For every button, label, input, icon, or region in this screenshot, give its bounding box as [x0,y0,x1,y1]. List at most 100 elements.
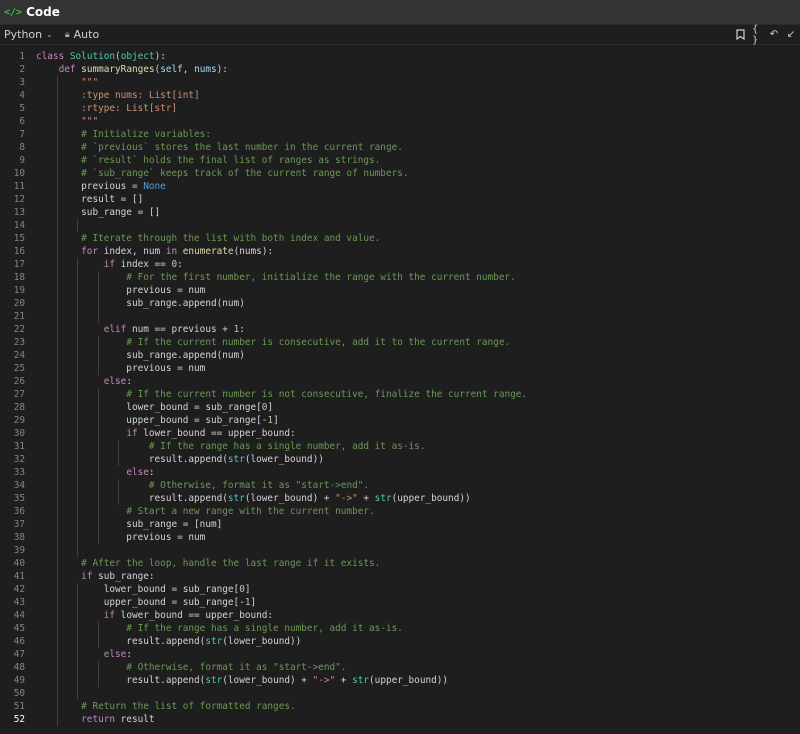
code-line[interactable]: 7 # Initialize variables: [0,128,800,141]
indent-guide [77,375,79,388]
code-line[interactable]: 40 # After the loop, handle the last ran… [0,557,800,570]
indent-guide [56,89,58,102]
code-line[interactable]: 15 # Iterate through the list with both … [0,232,800,245]
code-text: upper_bound = sub_range[-1] [36,596,256,609]
code-line[interactable]: 20 sub_range.append(num) [0,297,800,310]
indent-guide [77,440,79,453]
code-token: :type nums: List[int] [81,90,200,101]
code-token: upper_bound = sub_range[- [36,597,245,608]
code-line[interactable]: 43 upper_bound = sub_range[-1] [0,596,800,609]
code-line[interactable]: 19 previous = num [0,284,800,297]
code-line[interactable]: 23 # If the current number is consecutiv… [0,336,800,349]
undo-icon[interactable]: ↶ [769,29,779,41]
bookmark-icon[interactable] [735,29,745,41]
code-line[interactable]: 28 lower_bound = sub_range[0] [0,401,800,414]
code-token: sub_range.append(num) [36,298,245,309]
indent-guide [97,284,99,297]
code-line[interactable]: 16 for index, num in enumerate(nums): [0,245,800,258]
code-token: # Otherwise, format it as "start->end". [126,662,347,673]
code-token: def [58,64,76,75]
line-number: 4 [19,90,25,101]
line-number: 11 [13,181,25,192]
code-text: result.append(str(lower_bound)) [36,635,301,648]
code-line[interactable]: 2 def summaryRanges(self, nums): [0,63,800,76]
code-line[interactable]: 6 """ [0,115,800,128]
code-text: result = [] [36,193,143,206]
indent-guide [77,362,79,375]
code-line[interactable]: 37 sub_range = [num] [0,518,800,531]
code-line[interactable]: 29 upper_bound = sub_range[-1] [0,414,800,427]
code-line[interactable]: 26 else: [0,375,800,388]
code-line[interactable]: 3 """ [0,76,800,89]
code-line[interactable]: 1 class Solution(object): [0,50,800,63]
code-line[interactable]: 48 # Otherwise, format it as "start->end… [0,661,800,674]
line-number: 27 [13,389,25,400]
code-text: """ [36,115,98,128]
code-line[interactable]: 18 # For the first number, initialize th… [0,271,800,284]
code-token: return [81,714,116,725]
code-token: (lower_bound)) [222,636,302,647]
language-selector[interactable]: Python ⌄ [4,28,53,41]
code-line[interactable]: 8 # `previous` stores the last number in… [0,141,800,154]
code-line[interactable]: 21 [0,310,800,323]
code-line[interactable]: 31 # If the range has a single number, a… [0,440,800,453]
code-line[interactable]: 51 # Return the list of formatted ranges… [0,700,800,713]
code-token: if [126,428,138,439]
code-token: result [115,714,155,725]
auto-mode-indicator[interactable]: 🔒︎ Auto [65,28,99,41]
code-token: # If the current number is consecutive, … [126,337,511,348]
code-line[interactable]: 44 if lower_bound == upper_bound: [0,609,800,622]
code-line[interactable]: 10 # `sub_range` keeps track of the curr… [0,167,800,180]
code-line[interactable]: 5 :rtype: List[str] [0,102,800,115]
indent-guide [77,687,79,700]
code-line[interactable]: 38 previous = num [0,531,800,544]
indent-guide [56,713,58,726]
code-line[interactable]: 17 if index == 0: [0,258,800,271]
code-line[interactable]: 35 result.append(str(lower_bound) + "->"… [0,492,800,505]
code-line[interactable]: 30 if lower_bound == upper_bound: [0,427,800,440]
code-line[interactable]: 33 else: [0,466,800,479]
indent-guide [77,596,79,609]
code-line[interactable]: 11 previous = None [0,180,800,193]
code-line[interactable]: 9 # `result` holds the final list of ran… [0,154,800,167]
code-token: ] [267,402,274,413]
indent-guide [77,544,79,557]
line-number: 13 [13,207,25,218]
code-line[interactable]: 42 lower_bound = sub_range[0] [0,583,800,596]
code-line[interactable]: 39 [0,544,800,557]
code-line[interactable]: 46 result.append(str(lower_bound)) [0,635,800,648]
code-line[interactable]: 36 # Start a new range with the current … [0,505,800,518]
code-line[interactable]: 4 :type nums: List[int] [0,89,800,102]
code-line[interactable]: 34 # Otherwise, format it as "start->end… [0,479,800,492]
collapse-icon[interactable]: ↙ [786,29,796,41]
lock-icon: 🔒︎ [64,29,70,40]
code-line[interactable]: 41 if sub_range: [0,570,800,583]
code-line[interactable]: 47 else: [0,648,800,661]
code-editor[interactable]: 1 class Solution(object): 2 def summaryRan… [0,45,800,726]
code-line[interactable]: 49 result.append(str(lower_bound) + "->"… [0,674,800,687]
code-line[interactable]: 32 result.append(str(lower_bound)) [0,453,800,466]
code-line[interactable]: 27 # If the current number is not consec… [0,388,800,401]
indent-guide [56,193,58,206]
code-line[interactable]: 14 [0,219,800,232]
indent-guide [56,232,58,245]
code-line[interactable]: 12 result = [] [0,193,800,206]
code-line[interactable]: 50 [0,687,800,700]
line-number: 46 [13,636,25,647]
code-line[interactable]: 45 # If the range has a single number, a… [0,622,800,635]
code-token: # Return the list of formatted ranges. [81,701,296,712]
indent-guide [97,661,99,674]
code-line[interactable]: 25 previous = num [0,362,800,375]
code-line[interactable]: 13 sub_range = [] [0,206,800,219]
code-line[interactable]: 52 return result [0,713,800,726]
line-number: 37 [13,519,25,530]
line-number: 3 [19,77,25,88]
braces-icon[interactable]: { } [752,24,762,46]
code-line[interactable]: 24 sub_range.append(num) [0,349,800,362]
code-line[interactable]: 22 elif num == previous + 1: [0,323,800,336]
indent-guide [56,531,58,544]
